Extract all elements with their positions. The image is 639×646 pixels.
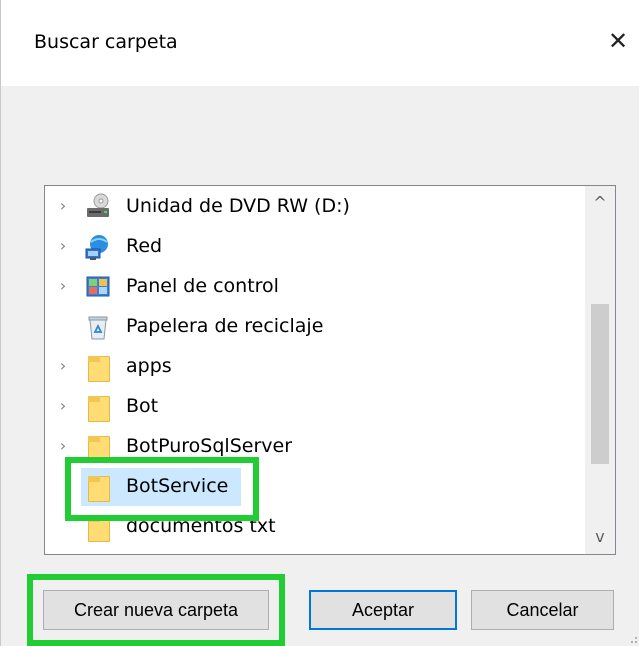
tree-item-label: Panel de control [126,275,279,297]
tree-item-apps[interactable]: › apps [45,347,585,387]
tree-item-dvd-drive[interactable]: › Unidad de DVD RW (D:) [45,187,585,227]
cancel-button[interactable]: Cancelar [471,590,614,630]
browse-folder-dialog: Buscar carpeta ✕ › Unidad de DVD RW (D:)… [0,0,639,646]
tree-item-label: apps [126,355,172,377]
tree-item-label: Papelera de reciclaje [126,315,324,337]
tree-item-recycle-bin[interactable]: Papelera de reciclaje [45,307,585,347]
tree-item-label: BotPuroSqlServer [126,435,292,457]
accept-button[interactable]: Aceptar [309,590,457,630]
expand-chevron-icon[interactable]: › [53,196,73,216]
scroll-up-icon[interactable]: ^ [585,188,615,218]
scroll-thumb[interactable] [591,304,609,464]
expand-chevron-icon[interactable]: › [53,356,73,376]
tree-item-label: Red [126,235,163,257]
resize-grip-icon[interactable] [626,632,638,644]
folder-icon [83,392,113,422]
folder-icon [83,352,113,382]
scroll-down-icon[interactable]: v [585,522,615,552]
expand-chevron-icon[interactable]: › [53,396,73,416]
tree-item-label: Bot [126,395,159,417]
dvd-drive-icon [83,192,113,222]
tree-item-network[interactable]: › Red [45,227,585,267]
tree-item-bot[interactable]: › Bot [45,387,585,427]
vertical-scrollbar[interactable]: ^ v [585,186,615,554]
network-icon [83,232,113,262]
recycle-bin-icon [83,312,113,342]
title-bar: Buscar carpeta ✕ [1,0,639,86]
expand-chevron-icon[interactable]: › [53,276,73,296]
dialog-title: Buscar carpeta [34,31,178,53]
close-button[interactable]: ✕ [603,26,633,56]
control-panel-icon [83,272,113,302]
tree-item-label: Unidad de DVD RW (D:) [126,195,350,217]
expand-chevron-icon[interactable]: › [53,436,73,456]
tree-item-control-panel[interactable]: › Panel de control [45,267,585,307]
close-icon: ✕ [607,27,629,55]
highlight-new-folder-box [27,574,285,646]
expand-chevron-icon[interactable]: › [53,236,73,256]
highlight-botservice-box [65,457,259,521]
